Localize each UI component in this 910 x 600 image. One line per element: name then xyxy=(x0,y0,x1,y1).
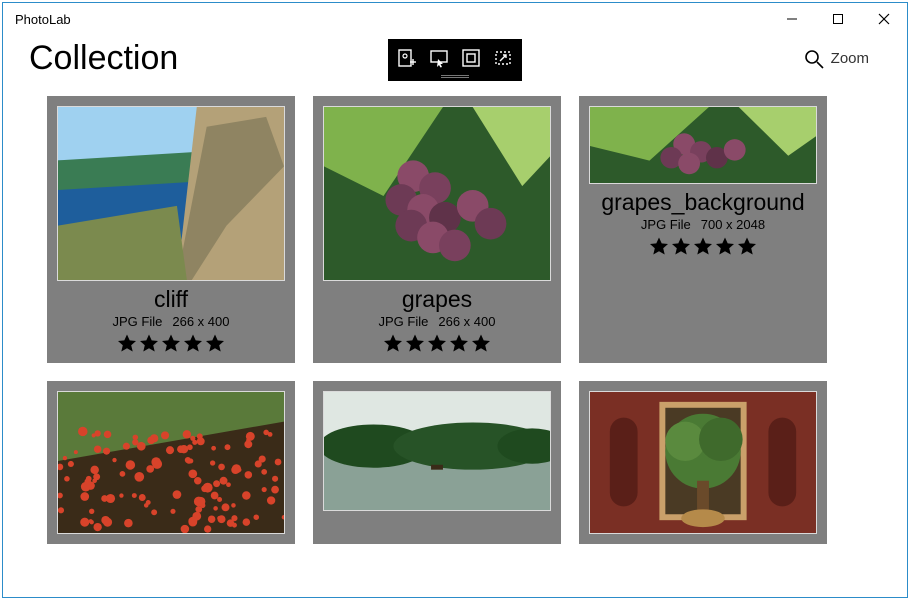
thumbnail xyxy=(589,391,817,534)
tool-add-effects[interactable] xyxy=(391,42,423,74)
close-button[interactable] xyxy=(861,3,907,35)
star-icon xyxy=(116,333,138,355)
add-effects-icon xyxy=(396,47,418,69)
zoom-button[interactable]: Zoom xyxy=(803,48,869,70)
rating-stars[interactable] xyxy=(382,333,492,355)
star-icon xyxy=(404,333,426,355)
star-icon xyxy=(182,333,204,355)
tool-crop-square[interactable] xyxy=(455,42,487,74)
maximize-button[interactable] xyxy=(815,3,861,35)
star-icon xyxy=(426,333,448,355)
collection-grid[interactable]: cliff JPG File 266 x 400 grapes JPG File 266… xyxy=(3,84,907,597)
photo-dimensions: 700 x 2048 xyxy=(701,217,765,232)
title-bar: PhotoLab xyxy=(3,3,907,35)
photo-tile[interactable] xyxy=(47,381,295,544)
toolbar[interactable] xyxy=(388,39,522,81)
search-icon xyxy=(803,48,825,70)
photo-dimensions: 266 x 400 xyxy=(172,314,229,329)
photo-tile[interactable] xyxy=(313,381,561,544)
app-window: PhotoLab Collection xyxy=(2,2,908,598)
photo-dimensions: 266 x 400 xyxy=(438,314,495,329)
photo-meta: JPG File 266 x 400 xyxy=(379,314,496,329)
zoom-label: Zoom xyxy=(831,50,869,67)
star-icon xyxy=(670,236,692,258)
star-icon xyxy=(382,333,404,355)
minimize-button[interactable] xyxy=(769,3,815,35)
star-icon xyxy=(138,333,160,355)
thumbnail xyxy=(589,106,817,184)
rating-stars[interactable] xyxy=(116,333,226,355)
thumbnail xyxy=(57,106,285,281)
toolbar-row xyxy=(391,42,519,74)
star-icon xyxy=(470,333,492,355)
rating-stars[interactable] xyxy=(648,236,758,258)
page-title: Collection xyxy=(29,39,178,78)
star-icon xyxy=(648,236,670,258)
window-controls xyxy=(769,3,907,35)
photo-tile[interactable] xyxy=(579,381,827,544)
photo-filetype: JPG File xyxy=(641,217,691,232)
select-region-icon xyxy=(428,47,450,69)
photo-name: grapes_background xyxy=(601,190,804,215)
photo-tile[interactable]: cliff JPG File 266 x 400 xyxy=(47,96,295,363)
photo-tile[interactable]: grapes JPG File 266 x 400 xyxy=(313,96,561,363)
photo-filetype: JPG File xyxy=(379,314,429,329)
photo-meta: JPG File 266 x 400 xyxy=(113,314,230,329)
toolbar-drag-grip[interactable] xyxy=(441,75,469,78)
star-icon xyxy=(714,236,736,258)
photo-filetype: JPG File xyxy=(113,314,163,329)
crop-square-icon xyxy=(460,47,482,69)
tool-resize-canvas[interactable] xyxy=(487,42,519,74)
photo-tile[interactable]: grapes_background JPG File 700 x 2048 xyxy=(579,96,827,363)
star-icon xyxy=(448,333,470,355)
star-icon xyxy=(160,333,182,355)
thumbnail xyxy=(323,391,551,511)
photo-name: grapes xyxy=(402,287,472,312)
resize-canvas-icon xyxy=(492,47,514,69)
window-title: PhotoLab xyxy=(15,12,71,27)
maximize-icon xyxy=(832,13,844,25)
photo-meta: JPG File 700 x 2048 xyxy=(641,217,765,232)
header: Collection xyxy=(3,35,907,84)
thumbnail xyxy=(57,391,285,534)
minimize-icon xyxy=(786,13,798,25)
star-icon xyxy=(692,236,714,258)
close-icon xyxy=(878,13,890,25)
star-icon xyxy=(736,236,758,258)
tool-select-region[interactable] xyxy=(423,42,455,74)
star-icon xyxy=(204,333,226,355)
photo-name: cliff xyxy=(154,287,188,312)
thumbnail xyxy=(323,106,551,281)
